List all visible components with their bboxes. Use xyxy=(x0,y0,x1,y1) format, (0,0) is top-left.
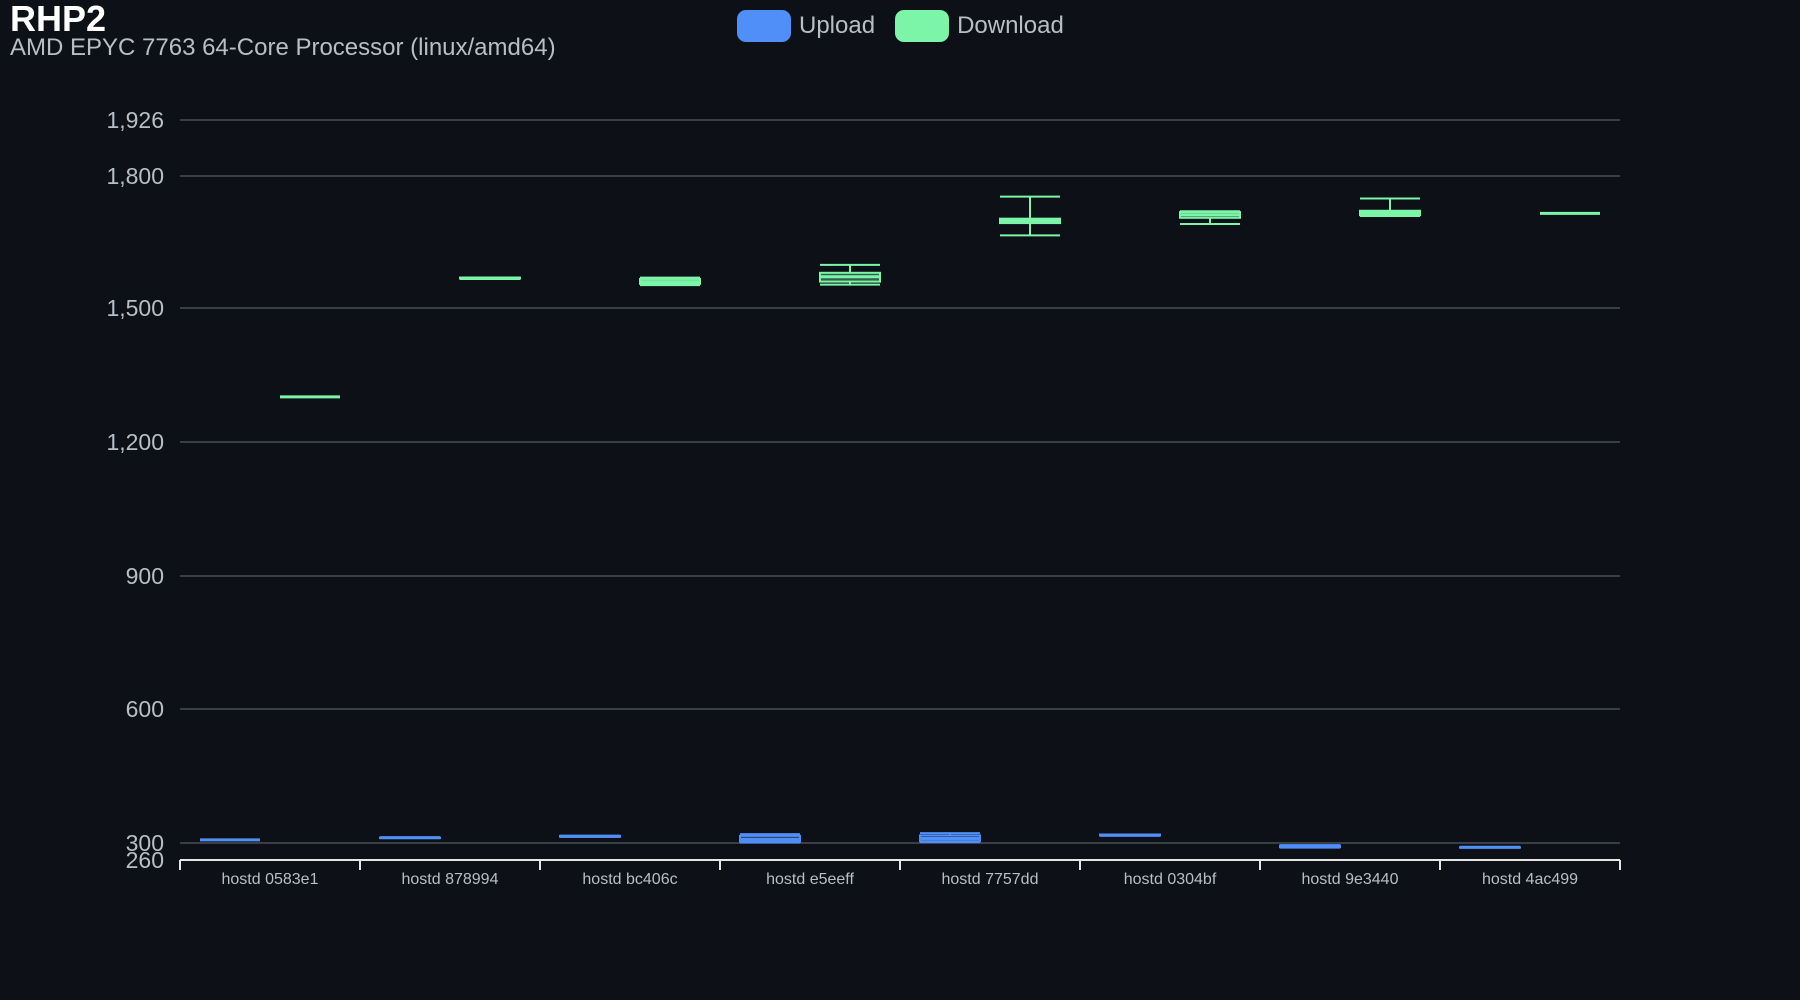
box-upload-3[interactable] xyxy=(739,833,801,844)
box-upload-5[interactable] xyxy=(1099,833,1161,837)
y-tick-label-1926: 1,926 xyxy=(106,107,164,133)
box-download-6[interactable] xyxy=(1359,197,1421,218)
y-tick-label-1200: 1,200 xyxy=(106,429,164,455)
y-tick-label-260: 260 xyxy=(126,847,164,873)
box-download-4[interactable] xyxy=(999,195,1061,237)
y-tick-label-900: 900 xyxy=(126,563,164,589)
y-tick-label-600: 600 xyxy=(126,696,164,722)
x-tick-label-0: hostd 0583e1 xyxy=(222,871,319,888)
box-upload-6[interactable] xyxy=(1279,844,1341,849)
x-tick-label-7: hostd 4ac499 xyxy=(1482,871,1578,888)
axis-layer: 1,9261,8001,5001,200900600300260hostd 05… xyxy=(106,107,1621,888)
box-upload-4[interactable] xyxy=(919,832,981,844)
boxplot-chart: 1,9261,8001,5001,200900600300260hostd 05… xyxy=(106,107,1621,888)
x-tick-label-2: hostd bc406c xyxy=(582,871,677,888)
box-download-2[interactable] xyxy=(639,276,701,287)
y-tick-label-1800: 1,800 xyxy=(106,163,164,189)
data-layer xyxy=(200,195,1600,849)
box-download-5[interactable] xyxy=(1179,210,1241,225)
x-tick-label-6: hostd 9e3440 xyxy=(1302,871,1399,888)
x-tick-label-1: hostd 878994 xyxy=(402,871,499,888)
box-download-3[interactable] xyxy=(819,263,881,286)
y-tick-label-1500: 1,500 xyxy=(106,295,164,321)
x-tick-label-4: hostd 7757dd xyxy=(942,871,1039,888)
x-tick-label-3: hostd e5eeff xyxy=(766,871,854,888)
x-tick-label-5: hostd 0304bf xyxy=(1124,871,1217,888)
grid-layer xyxy=(180,119,1620,844)
box-download-1[interactable] xyxy=(459,276,521,280)
box-upload-2[interactable] xyxy=(559,834,621,838)
